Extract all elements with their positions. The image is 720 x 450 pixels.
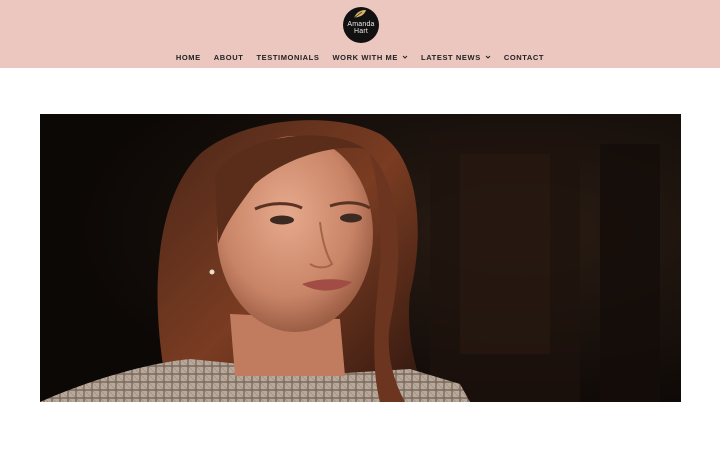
site-header: Amanda Hart HOME ABOUT TESTIMONIALS WORK… — [0, 0, 720, 68]
chevron-down-icon — [485, 55, 491, 59]
nav-latest-news[interactable]: LATEST NEWS — [421, 50, 491, 64]
logo-text-line1: Amanda — [347, 21, 375, 28]
nav-latest-news-label: LATEST NEWS — [421, 52, 481, 62]
main-nav: HOME ABOUT TESTIMONIALS WORK WITH ME LAT… — [0, 50, 720, 64]
portrait-photo — [40, 114, 681, 402]
chevron-down-icon — [402, 55, 408, 59]
nav-work-with-me[interactable]: WORK WITH ME — [332, 50, 408, 64]
nav-home[interactable]: HOME — [176, 50, 201, 64]
nav-contact[interactable]: CONTACT — [504, 50, 544, 64]
nav-testimonials[interactable]: TESTIMONIALS — [256, 50, 319, 64]
leaf-icon — [353, 10, 366, 19]
nav-work-with-me-label: WORK WITH ME — [332, 52, 399, 62]
site-logo[interactable]: Amanda Hart — [343, 7, 379, 43]
nav-about[interactable]: ABOUT — [214, 50, 244, 64]
hero-portrait-image — [40, 114, 681, 402]
logo-text-line2: Hart — [353, 28, 369, 35]
